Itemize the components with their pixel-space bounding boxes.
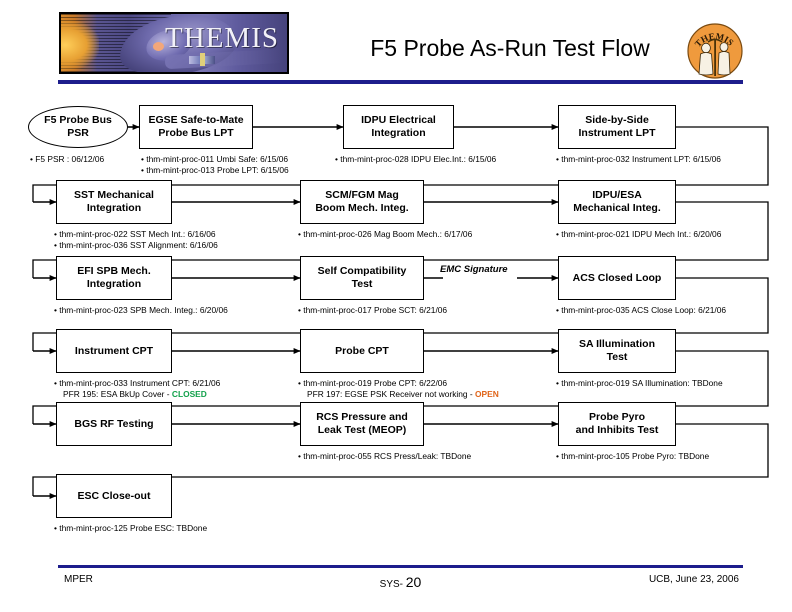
footer-divider-rule (58, 565, 743, 568)
note-line: • thm-mint-proc-028 IDPU Elec.Int.: 6/15… (335, 154, 497, 164)
notes-rcs-pressure-leak-test: • thm-mint-proc-055 RCS Press/Leak: TBDo… (298, 451, 471, 462)
notes-f5-probe-bus-psr: • F5 PSR : 06/12/06 (30, 154, 104, 165)
notes-scm-fgm-mag-boom: • thm-mint-proc-026 Mag Boom Mech.: 6/17… (298, 229, 472, 240)
note-line: • thm-mint-proc-022 SST Mech Int.: 6/16/… (54, 229, 216, 239)
notes-egse-safe-to-mate: • thm-mint-proc-011 Umbi Safe: 6/15/06 •… (141, 154, 289, 176)
note-line: • thm-mint-proc-011 Umbi Safe: 6/15/06 (141, 154, 289, 164)
node-label: BGS RF Testing (74, 417, 154, 430)
themis-seal-icon: THEMIS (687, 23, 743, 79)
note-line: • thm-mint-proc-013 Probe LPT: 6/15/06 (141, 165, 289, 176)
banner-glow-decoration (61, 20, 99, 70)
node-label: SCM/FGM Mag Boom Mech. Integ. (315, 189, 409, 214)
node-efi-spb-mech-integration[interactable]: EFI SPB Mech. Integration (56, 256, 172, 300)
node-label: ACS Closed Loop (572, 271, 662, 284)
note-line: • thm-mint-proc-036 SST Alignment: 6/16/… (54, 240, 218, 251)
node-label: RCS Pressure and Leak Test (MEOP) (316, 411, 408, 436)
note-line: • thm-mint-proc-033 Instrument CPT: 6/21… (54, 378, 221, 388)
node-label: Side-by-Side Instrument LPT (578, 114, 656, 139)
notes-efi-spb-mech-integration: • thm-mint-proc-023 SPB Mech. Integ.: 6/… (54, 305, 228, 316)
banner-wordmark: THEMIS (165, 22, 279, 54)
notes-esc-close-out: • thm-mint-proc-125 Probe ESC: TBDone (54, 523, 207, 534)
node-idpu-esa-mechanical-integ[interactable]: IDPU/ESA Mechanical Integ. (558, 180, 676, 224)
note-line: • thm-mint-proc-055 RCS Press/Leak: TBDo… (298, 451, 472, 461)
note-line: • thm-mint-proc-125 Probe ESC: TBDone (54, 523, 208, 533)
themis-banner-logo: THEMIS (59, 12, 289, 74)
note-line: • thm-mint-proc-032 Instrument LPT: 6/15… (556, 154, 721, 164)
slide-header: THEMIS F5 Probe As-Run Test Flow THEMIS (0, 0, 792, 90)
note-line: • thm-mint-proc-021 IDPU Mech Int.: 6/20… (556, 229, 722, 239)
node-sa-illumination-test[interactable]: SA Illumination Test (558, 329, 676, 373)
note-line: • thm-mint-proc-023 SPB Mech. Integ.: 6/… (54, 305, 228, 315)
footer-author: MPER (64, 574, 93, 585)
notes-probe-pyro-inhibits-test: • thm-mint-proc-105 Probe Pyro: TBDone (556, 451, 709, 462)
node-rcs-pressure-leak-test[interactable]: RCS Pressure and Leak Test (MEOP) (300, 402, 424, 446)
notes-idpu-electrical-integration: • thm-mint-proc-028 IDPU Elec.Int.: 6/15… (335, 154, 496, 165)
notes-acs-closed-loop: • thm-mint-proc-035 ACS Close Loop: 6/21… (556, 305, 726, 316)
node-label: F5 Probe Bus PSR (44, 114, 112, 139)
node-label: EGSE Safe-to-Mate Probe Bus LPT (148, 114, 244, 139)
notes-sst-mechanical-integration: • thm-mint-proc-022 SST Mech Int.: 6/16/… (54, 229, 218, 251)
note-line: • thm-mint-proc-035 ACS Close Loop: 6/21… (556, 305, 727, 315)
note-line-pfr: PFR 197: EGSE PSK Receiver not working -… (298, 389, 499, 400)
node-label: Instrument CPT (74, 344, 154, 357)
note-line: • thm-mint-proc-017 Probe SCT: 6/21/06 (298, 305, 448, 315)
page-title: F5 Probe As-Run Test Flow (370, 35, 650, 61)
node-bgs-rf-testing[interactable]: BGS RF Testing (56, 402, 172, 446)
note-line: • thm-mint-proc-019 SA Illumination: TBD… (556, 378, 723, 388)
node-label: ESC Close-out (77, 489, 151, 502)
note-pfr-text: PFR 197: EGSE PSK Receiver not working - (307, 389, 473, 400)
note-line: • thm-mint-proc-019 Probe CPT: 6/22/06 (298, 378, 448, 388)
node-label: SST Mechanical Integration (74, 189, 154, 214)
node-side-by-side-instrument-lpt[interactable]: Side-by-Side Instrument LPT (558, 105, 676, 149)
edge-label-emc-signature: EMC Signature (440, 264, 508, 275)
header-divider-rule (58, 80, 743, 84)
node-f5-probe-bus-psr[interactable]: F5 Probe Bus PSR (28, 106, 128, 148)
note-line-pfr: PFR 195: ESA BkUp Cover - CLOSED (54, 389, 220, 400)
node-scm-fgm-mag-boom-mech-integ[interactable]: SCM/FGM Mag Boom Mech. Integ. (300, 180, 424, 224)
notes-side-by-side-instrument-lpt: • thm-mint-proc-032 Instrument LPT: 6/15… (556, 154, 721, 165)
notes-probe-cpt: • thm-mint-proc-019 Probe CPT: 6/22/06 P… (298, 378, 499, 400)
note-line: • F5 PSR : 06/12/06 (30, 154, 105, 164)
footer-org-date: UCB, June 23, 2006 (648, 574, 739, 585)
aurora-dot-icon (153, 42, 164, 51)
node-label: Probe CPT (335, 344, 389, 357)
node-probe-pyro-inhibits-test[interactable]: Probe Pyro and Inhibits Test (558, 402, 676, 446)
status-badge-closed: CLOSED (171, 389, 207, 400)
status-badge-open: OPEN (475, 389, 499, 400)
node-label: Self Compatibility Test (317, 265, 407, 290)
note-line: • thm-mint-proc-026 Mag Boom Mech.: 6/17… (298, 229, 473, 239)
node-idpu-electrical-integration[interactable]: IDPU Electrical Integration (343, 105, 454, 149)
node-sst-mechanical-integration[interactable]: SST Mechanical Integration (56, 180, 172, 224)
node-probe-cpt[interactable]: Probe CPT (300, 329, 424, 373)
footer-page-prefix: SYS- (379, 579, 403, 590)
note-line: • thm-mint-proc-105 Probe Pyro: TBDone (556, 451, 710, 461)
node-esc-close-out[interactable]: ESC Close-out (56, 474, 172, 518)
node-label: Probe Pyro and Inhibits Test (575, 411, 659, 436)
node-label: IDPU/ESA Mechanical Integ. (573, 189, 661, 214)
footer-page-number: 20 (405, 574, 422, 590)
node-self-compatibility-test[interactable]: Self Compatibility Test (300, 256, 424, 300)
slide-footer: MPER SYS- 20 UCB, June 23, 2006 (58, 572, 743, 594)
node-instrument-cpt[interactable]: Instrument CPT (56, 329, 172, 373)
node-egse-safe-to-mate-probe-bus-lpt[interactable]: EGSE Safe-to-Mate Probe Bus LPT (139, 105, 253, 149)
satellite-icon (189, 53, 215, 66)
note-pfr-text: PFR 195: ESA BkUp Cover - (63, 389, 170, 400)
notes-self-compatibility-test: • thm-mint-proc-017 Probe SCT: 6/21/06 (298, 305, 447, 316)
node-label: IDPU Electrical Integration (361, 114, 436, 139)
footer-page-indicator: SYS- 20 (380, 574, 422, 590)
node-label: SA Illumination Test (578, 338, 656, 363)
test-flow-diagram: F5 Probe Bus PSR • F5 PSR : 06/12/06 EGSE… (0, 92, 792, 552)
notes-idpu-esa-mechanical-integ: • thm-mint-proc-021 IDPU Mech Int.: 6/20… (556, 229, 721, 240)
node-label: EFI SPB Mech. Integration (77, 265, 151, 290)
node-acs-closed-loop[interactable]: ACS Closed Loop (558, 256, 676, 300)
notes-instrument-cpt: • thm-mint-proc-033 Instrument CPT: 6/21… (54, 378, 220, 400)
notes-sa-illumination-test: • thm-mint-proc-019 SA Illumination: TBD… (556, 378, 723, 389)
